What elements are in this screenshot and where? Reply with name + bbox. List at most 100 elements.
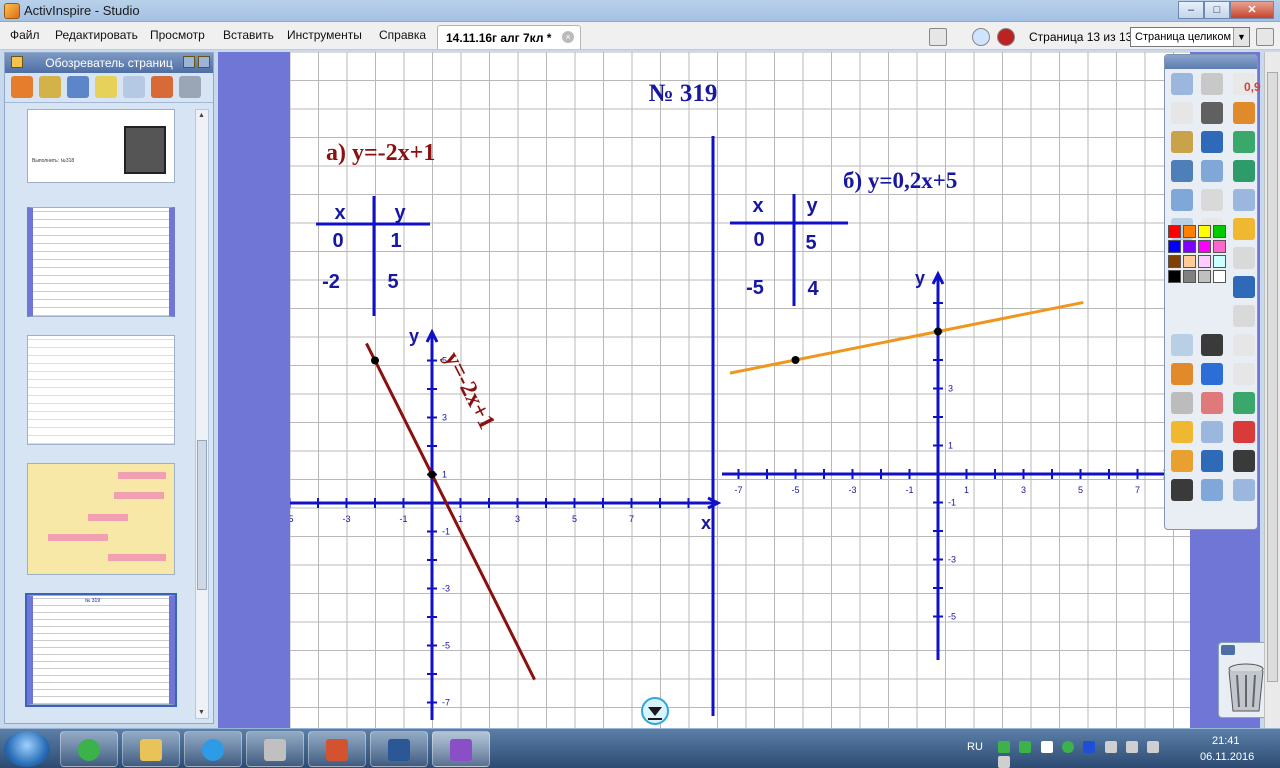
- toolbox-tool-icon[interactable]: [1233, 102, 1255, 124]
- toolbox-tool-icon[interactable]: [1233, 247, 1255, 269]
- tray-icon[interactable]: [1019, 741, 1032, 753]
- toolbox-tool-icon[interactable]: [1233, 363, 1255, 385]
- menu-extra-icon[interactable]: [1256, 28, 1274, 46]
- toolbox-tool-icon[interactable]: [1233, 450, 1255, 472]
- toolbox-tool-icon[interactable]: [1201, 131, 1223, 153]
- page-browser-icon[interactable]: [11, 76, 33, 98]
- browser-scrollbar[interactable]: ▲ ▼: [195, 109, 209, 719]
- taskbar-word[interactable]: [370, 731, 428, 767]
- toolbox-tool-icon[interactable]: [1233, 189, 1255, 211]
- color-swatch[interactable]: [1198, 225, 1211, 238]
- tab-close-icon[interactable]: ×: [562, 31, 574, 43]
- color-swatch[interactable]: [1183, 270, 1196, 283]
- color-swatch[interactable]: [1198, 270, 1211, 283]
- toolbox-tool-icon[interactable]: [1171, 73, 1193, 95]
- property-browser-icon[interactable]: [123, 76, 145, 98]
- toolbox-tool-icon[interactable]: [1171, 334, 1193, 356]
- toolbox-tool-icon[interactable]: [1233, 479, 1255, 501]
- record-icon[interactable]: [997, 28, 1015, 46]
- resource-browser-icon[interactable]: [39, 76, 61, 98]
- toolbox-tool-icon[interactable]: [1201, 160, 1223, 182]
- taskbar-app[interactable]: [246, 731, 304, 767]
- speaker-icon[interactable]: [998, 756, 1010, 768]
- toolbox-tool-icon[interactable]: [1233, 160, 1255, 182]
- toolbox-tool-icon[interactable]: [1201, 421, 1223, 443]
- tray-icon[interactable]: [1040, 741, 1053, 753]
- chevron-down-icon[interactable]: ▼: [1233, 28, 1249, 46]
- toolbox-header[interactable]: [1165, 55, 1257, 69]
- voting-browser-icon[interactable]: [179, 76, 201, 98]
- toolbox-tool-icon[interactable]: [1171, 102, 1193, 124]
- zoom-select[interactable]: Страница целиком ▼: [1130, 27, 1250, 47]
- color-swatch[interactable]: [1168, 270, 1181, 283]
- page-nav-handle[interactable]: [641, 697, 669, 725]
- flipchart-page[interactable]: № 319 а) у=-2х+1 х у 0 1 -2 5 -5 -3 -1 1 3 5 7…: [290, 52, 1190, 728]
- start-button[interactable]: [4, 731, 50, 767]
- tray-icon[interactable]: [1062, 741, 1075, 753]
- toolbox-tool-icon[interactable]: [1171, 450, 1193, 472]
- color-swatch[interactable]: [1183, 225, 1196, 238]
- menu-tools[interactable]: Инструменты: [287, 28, 362, 42]
- tab-document[interactable]: 14.11.16г алг 7кл * ×: [437, 25, 581, 49]
- toolbox-tool-icon[interactable]: [1233, 218, 1255, 240]
- page-thumbnail[interactable]: [27, 335, 175, 445]
- toolbox-tool-icon[interactable]: [1201, 73, 1223, 95]
- toolbox-tool-icon[interactable]: [1171, 421, 1193, 443]
- page-thumbnail-current[interactable]: № 319: [25, 593, 177, 707]
- color-swatch[interactable]: [1198, 255, 1211, 268]
- action-browser-icon[interactable]: [151, 76, 173, 98]
- color-swatch[interactable]: [1168, 255, 1181, 268]
- toolbox-tool-icon[interactable]: [1201, 334, 1223, 356]
- snowflake-icon[interactable]: [972, 28, 990, 46]
- maximize-button[interactable]: □: [1204, 1, 1230, 19]
- menu-file[interactable]: Файл: [10, 28, 40, 42]
- toolbox-tool-icon[interactable]: [1171, 131, 1193, 153]
- main-scrollbar[interactable]: [1264, 52, 1280, 728]
- toolbox-tool-icon[interactable]: [1233, 131, 1255, 153]
- color-swatch[interactable]: [1213, 240, 1226, 253]
- page-notes-icon[interactable]: [929, 28, 947, 46]
- panel-close-icon[interactable]: [198, 56, 210, 68]
- toolbox-tool-icon[interactable]: [1171, 363, 1193, 385]
- flipchart-canvas[interactable]: № 319 а) у=-2х+1 х у 0 1 -2 5 -5 -3 -1 1 3 5 7…: [218, 52, 1260, 728]
- toolbox-tool-icon[interactable]: [1171, 392, 1193, 414]
- toolbox-tool-icon[interactable]: [1201, 479, 1223, 501]
- color-swatch[interactable]: [1183, 240, 1196, 253]
- tray-icon[interactable]: [1083, 741, 1096, 753]
- taskbar-activinspire[interactable]: [432, 731, 490, 767]
- color-swatch[interactable]: [1213, 225, 1226, 238]
- network-icon[interactable]: [1147, 741, 1160, 753]
- page-thumbnail[interactable]: Выполнить: №318: [27, 109, 175, 183]
- pin-icon[interactable]: [11, 56, 23, 68]
- color-swatch[interactable]: [1168, 225, 1181, 238]
- toolbox-tool-icon[interactable]: [1201, 392, 1223, 414]
- color-swatch[interactable]: [1198, 240, 1211, 253]
- toolbox-tool-icon[interactable]: [1201, 363, 1223, 385]
- toolbox-tool-icon[interactable]: [1233, 276, 1255, 298]
- object-browser-icon[interactable]: [67, 76, 89, 98]
- menu-view[interactable]: Просмотр: [150, 28, 205, 42]
- taskbar-ie[interactable]: [184, 731, 242, 767]
- notes-browser-icon[interactable]: [95, 76, 117, 98]
- menu-edit[interactable]: Редактировать: [55, 28, 138, 42]
- tray-icon[interactable]: [998, 741, 1010, 753]
- color-swatch[interactable]: [1213, 270, 1226, 283]
- menu-help[interactable]: Справка: [379, 28, 426, 42]
- toolbox-tool-icon[interactable]: [1201, 450, 1223, 472]
- toolbox-tool-icon[interactable]: [1201, 102, 1223, 124]
- clock-time[interactable]: 21:41: [1212, 735, 1240, 747]
- panel-menu-icon[interactable]: [183, 56, 195, 68]
- taskbar-powerpoint[interactable]: [308, 731, 366, 767]
- minimize-button[interactable]: –: [1178, 1, 1204, 19]
- menu-insert[interactable]: Вставить: [223, 28, 274, 42]
- toolbox-tool-icon[interactable]: [1201, 189, 1223, 211]
- taskbar-explorer[interactable]: [122, 731, 180, 767]
- toolbox-tool-icon[interactable]: [1171, 189, 1193, 211]
- toolbox-tool-icon[interactable]: [1233, 305, 1255, 327]
- color-swatch[interactable]: [1168, 240, 1181, 253]
- close-button[interactable]: ✕: [1230, 1, 1274, 19]
- language-indicator[interactable]: RU: [967, 741, 983, 753]
- page-thumbnail[interactable]: [27, 463, 175, 575]
- flag-icon[interactable]: [1126, 741, 1139, 753]
- toolbox-tool-icon[interactable]: [1233, 421, 1255, 443]
